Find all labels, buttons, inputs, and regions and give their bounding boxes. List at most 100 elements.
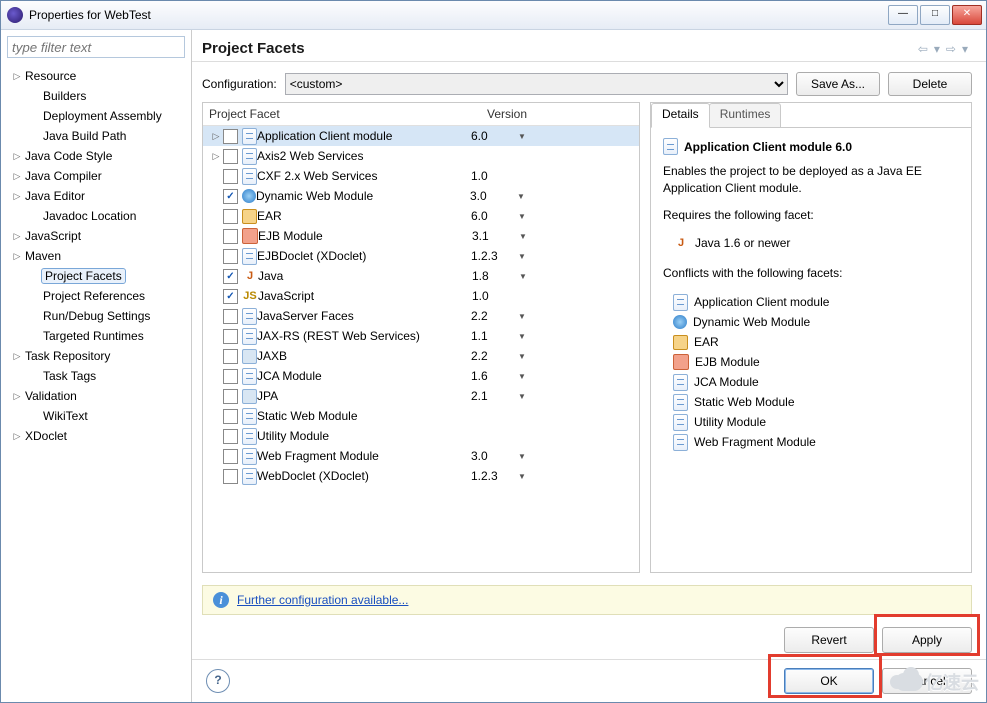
expand-arrow-icon: ▷ [11,71,23,82]
nav-item-project-references[interactable]: Project References [1,286,191,306]
nav-item-run-debug-settings[interactable]: Run/Debug Settings [1,306,191,326]
configuration-select[interactable]: <custom> [285,73,788,95]
version-dropdown-icon[interactable]: ▼ [515,392,529,401]
nav-item-java-code-style[interactable]: ▷Java Code Style [1,146,191,166]
facet-row[interactable]: JAXB2.2▼ [203,346,639,366]
nav-item-label: Java Code Style [23,149,114,163]
nav-item-maven[interactable]: ▷Maven [1,246,191,266]
facet-checkbox[interactable] [223,469,238,484]
facet-row[interactable]: EJB Module3.1▼ [203,226,639,246]
nav-item-resource[interactable]: ▷Resource [1,66,191,86]
facet-checkbox[interactable] [223,409,238,424]
version-dropdown-icon[interactable]: ▼ [515,312,529,321]
facet-checkbox[interactable] [223,449,238,464]
version-dropdown-icon[interactable]: ▼ [515,472,529,481]
nav-item-targeted-runtimes[interactable]: Targeted Runtimes [1,326,191,346]
ok-button[interactable]: OK [784,668,874,694]
apply-button[interactable]: Apply [882,627,972,653]
facet-checkbox[interactable]: ✓ [223,269,238,284]
facet-checkbox[interactable] [223,309,238,324]
nav-item-javadoc-location[interactable]: Javadoc Location [1,206,191,226]
nav-item-task-tags[interactable]: Task Tags [1,366,191,386]
facet-row[interactable]: JavaServer Faces2.2▼ [203,306,639,326]
version-dropdown-icon[interactable]: ▼ [515,372,529,381]
further-config-link[interactable]: Further configuration available... [237,593,408,607]
facet-row[interactable]: ✓JSJavaScript1.0 [203,286,639,306]
list-item: Application Client module [663,292,959,312]
facet-row[interactable]: CXF 2.x Web Services1.0 [203,166,639,186]
facet-checkbox[interactable] [223,429,238,444]
nav-item-javascript[interactable]: ▷JavaScript [1,226,191,246]
list-item-label: Application Client module [694,295,829,309]
nav-item-xdoclet[interactable]: ▷XDoclet [1,426,191,446]
facet-row[interactable]: EAR6.0▼ [203,206,639,226]
forward-menu-icon[interactable]: ▾ [960,42,970,56]
version-dropdown-icon[interactable]: ▼ [515,252,529,261]
save-as-button[interactable]: Save As... [796,72,880,96]
help-icon[interactable]: ? [206,669,230,693]
nav-item-java-compiler[interactable]: ▷Java Compiler [1,166,191,186]
facet-row[interactable]: ✓JJava1.8▼ [203,266,639,286]
forward-icon[interactable]: ⇨ [944,42,958,56]
version-dropdown-icon[interactable]: ▼ [516,232,530,241]
facet-row[interactable]: ▷Application Client module6.0▼ [203,126,639,146]
back-icon[interactable]: ⇦ [916,42,930,56]
back-menu-icon[interactable]: ▾ [932,42,942,56]
delete-button[interactable]: Delete [888,72,972,96]
nav-item-project-facets[interactable]: Project Facets [1,266,191,286]
facet-row[interactable]: ✓Dynamic Web Module3.0▼ [203,186,639,206]
version-dropdown-icon[interactable]: ▼ [515,132,529,141]
revert-button[interactable]: Revert [784,627,874,653]
maximize-button[interactable]: □ [920,5,950,25]
facet-checkbox[interactable] [223,169,238,184]
nav-item-task-repository[interactable]: ▷Task Repository [1,346,191,366]
tab-details[interactable]: Details [651,103,710,128]
nav-item-label: Builders [41,89,88,103]
facet-checkbox[interactable] [223,369,238,384]
facet-row[interactable]: WebDoclet (XDoclet)1.2.3▼ [203,466,639,486]
nav-item-java-build-path[interactable]: Java Build Path [1,126,191,146]
nav-item-java-editor[interactable]: ▷Java Editor [1,186,191,206]
facet-checkbox[interactable] [223,349,238,364]
nav-item-label: Run/Debug Settings [41,309,152,323]
facet-name: EJB Module [258,229,468,243]
facet-row[interactable]: JCA Module1.6▼ [203,366,639,386]
facet-row[interactable]: JAX-RS (REST Web Services)1.1▼ [203,326,639,346]
version-dropdown-icon[interactable]: ▼ [515,352,529,361]
column-version[interactable]: Version [483,107,639,121]
facet-checkbox[interactable] [223,149,238,164]
tab-runtimes[interactable]: Runtimes [709,103,782,127]
column-facet[interactable]: Project Facet [203,107,483,121]
close-button[interactable]: ✕ [952,5,982,25]
version-dropdown-icon[interactable]: ▼ [514,192,528,201]
eclipse-icon [7,7,23,23]
nav-item-label: Project Facets [41,268,126,284]
facet-row[interactable]: Static Web Module [203,406,639,426]
nav-item-deployment-assembly[interactable]: Deployment Assembly [1,106,191,126]
facet-checkbox[interactable] [223,249,238,264]
nav-item-validation[interactable]: ▷Validation [1,386,191,406]
facet-row[interactable]: Web Fragment Module3.0▼ [203,446,639,466]
titlebar[interactable]: Properties for WebTest — □ ✕ [1,1,986,30]
version-dropdown-icon[interactable]: ▼ [515,212,529,221]
facet-checkbox[interactable]: ✓ [223,189,238,204]
version-dropdown-icon[interactable]: ▼ [515,452,529,461]
nav-item-wikitext[interactable]: WikiText [1,406,191,426]
details-panel: Details Runtimes Application Client modu… [650,102,972,573]
nav-item-builders[interactable]: Builders [1,86,191,106]
facet-checkbox[interactable] [223,229,238,244]
facet-checkbox[interactable] [223,129,238,144]
version-dropdown-icon[interactable]: ▼ [515,332,529,341]
facet-row[interactable]: JPA2.1▼ [203,386,639,406]
facet-row[interactable]: Utility Module [203,426,639,446]
facet-row[interactable]: EJBDoclet (XDoclet)1.2.3▼ [203,246,639,266]
facet-row[interactable]: ▷Axis2 Web Services [203,146,639,166]
minimize-button[interactable]: — [888,5,918,25]
facet-checkbox[interactable] [223,209,238,224]
facet-checkbox[interactable] [223,389,238,404]
version-dropdown-icon[interactable]: ▼ [516,272,530,281]
filter-input[interactable] [7,36,185,58]
facet-checkbox[interactable]: ✓ [223,289,238,304]
page-icon [242,168,257,185]
facet-checkbox[interactable] [223,329,238,344]
